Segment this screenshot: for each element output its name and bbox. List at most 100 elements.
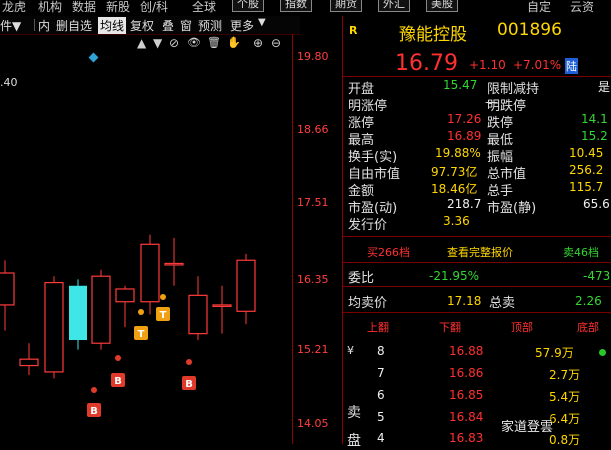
tab-overlay[interactable]: 叠 bbox=[162, 17, 174, 34]
tab-nei[interactable]: 内 bbox=[38, 17, 50, 34]
divider bbox=[343, 286, 611, 287]
candle-body[interactable] bbox=[0, 272, 15, 306]
tab-adjust[interactable]: 复权 bbox=[130, 17, 154, 34]
divider bbox=[343, 312, 611, 313]
pan-side-label: 盘 bbox=[347, 433, 361, 449]
page-up-button[interactable]: 上翻 bbox=[367, 319, 389, 335]
nav-custom[interactable]: 自定 bbox=[527, 0, 551, 15]
level-volume: 5.4万 bbox=[549, 390, 581, 404]
stat-value: 15.2 bbox=[581, 129, 608, 143]
level-price: 16.86 bbox=[449, 366, 484, 380]
signal-letter: B bbox=[114, 376, 122, 387]
ytick-label: 18.66 bbox=[297, 123, 329, 136]
stat-value: 16.89 bbox=[447, 129, 482, 143]
page-down-button[interactable]: 下翻 bbox=[439, 319, 461, 335]
kline-svg: B B B T T bbox=[0, 34, 292, 417]
candle-body[interactable] bbox=[91, 275, 111, 344]
level-number: 4 bbox=[377, 431, 385, 445]
stat-value: 65.6 bbox=[583, 197, 610, 211]
signal-dot bbox=[115, 355, 121, 361]
last-price: 16.79 bbox=[395, 51, 458, 76]
candle-body[interactable] bbox=[140, 243, 160, 303]
ytick-label: 16.35 bbox=[297, 273, 329, 286]
toolbar-divider bbox=[34, 19, 35, 31]
divider bbox=[343, 236, 611, 237]
signal-letter: B bbox=[90, 406, 98, 417]
candle-body[interactable] bbox=[69, 285, 87, 341]
stat-value: 97.73亿 bbox=[431, 165, 478, 179]
stat-value: 14.1 bbox=[581, 112, 608, 126]
nav-jigou[interactable]: 机构 bbox=[38, 0, 62, 15]
weibi-diff: -473 bbox=[583, 269, 611, 283]
tab-more[interactable]: 更多 bbox=[230, 17, 254, 34]
full-quote-button[interactable]: 查看完整报价 bbox=[447, 244, 513, 260]
status-dot-icon bbox=[599, 349, 606, 356]
watermark: 家道登雲 bbox=[501, 416, 554, 435]
ytick-label: 14.05 bbox=[297, 417, 329, 430]
candle-body[interactable] bbox=[19, 358, 39, 367]
sell-side-label: 卖 bbox=[347, 405, 361, 421]
avg-sell-value: 17.18 bbox=[447, 294, 482, 308]
candle-body[interactable] bbox=[164, 262, 184, 266]
top-nav: 龙虎 机构 数据 新股 创/科 全球 个股 指数 期货 外汇 美股 自定 云资 bbox=[0, 0, 611, 16]
level-volume: 6.4万 bbox=[549, 412, 581, 426]
bottom-button[interactable]: 底部 bbox=[577, 319, 599, 335]
stat-value: 是 bbox=[598, 80, 611, 94]
stat-value: 115.7 bbox=[569, 180, 604, 194]
stat-value: 19.88% bbox=[435, 146, 481, 160]
level-volume: 2.7万 bbox=[549, 368, 581, 382]
nav-longhu[interactable]: 龙虎 bbox=[2, 0, 26, 15]
dash-value: — bbox=[485, 95, 498, 110]
kline-chart[interactable]: .40 BBBTT bbox=[0, 34, 292, 444]
tab-moving-average[interactable]: 均线 bbox=[98, 17, 127, 34]
futures-button[interactable]: 期货 bbox=[330, 0, 362, 12]
price-change: +1.10 bbox=[469, 58, 506, 72]
stat-label: 发行价 bbox=[348, 218, 388, 233]
price-axis: 19.80 18.66 17.51 16.35 15.21 14.05 bbox=[292, 34, 343, 444]
sell-levels-button[interactable]: 卖46档 bbox=[563, 244, 599, 260]
level-number: 5 bbox=[377, 410, 385, 424]
level-number: 8 bbox=[377, 344, 385, 358]
nav-cloud[interactable]: 云资 bbox=[570, 0, 594, 15]
chevron-down-icon[interactable]: ▼ bbox=[258, 17, 266, 28]
stat-label: 市盈(静) bbox=[487, 201, 537, 216]
signal-letter: B bbox=[185, 379, 193, 390]
top-button[interactable]: 顶部 bbox=[511, 319, 533, 335]
tab-window[interactable]: 窗 bbox=[180, 17, 192, 34]
signal-letter: T bbox=[138, 329, 145, 340]
level-price: 16.88 bbox=[449, 344, 484, 358]
stock-name: 豫能控股 bbox=[399, 25, 467, 45]
tab-filter[interactable]: 件▼ bbox=[0, 17, 21, 34]
tab-forecast[interactable]: 预测 bbox=[198, 17, 222, 34]
buy-levels-button[interactable]: 买266档 bbox=[367, 244, 410, 260]
candle-body[interactable] bbox=[212, 304, 232, 308]
level-volume: 0.8万 bbox=[549, 433, 581, 447]
candle-body[interactable] bbox=[44, 281, 64, 373]
avg-sell-label: 均卖价 bbox=[348, 296, 388, 311]
nav-quanqiu[interactable]: 全球 bbox=[192, 0, 216, 15]
market-tag: R bbox=[349, 24, 358, 37]
nav-shuju[interactable]: 数据 bbox=[72, 0, 96, 15]
us-stock-button[interactable]: 美股 bbox=[426, 0, 458, 12]
ytick-label: 19.80 bbox=[297, 50, 329, 63]
candle-body[interactable] bbox=[236, 259, 256, 312]
board-badge: 陆 bbox=[565, 58, 578, 74]
level-number: 6 bbox=[377, 388, 385, 402]
stat-value: 10.45 bbox=[569, 146, 604, 160]
stat-value: 17.26 bbox=[447, 112, 482, 126]
yen-label: ¥ bbox=[347, 344, 354, 357]
candle-body[interactable] bbox=[115, 288, 135, 303]
price-change-pct: +7.01% bbox=[513, 58, 562, 72]
divider bbox=[343, 262, 611, 263]
signal-dot bbox=[91, 387, 97, 393]
nav-chuangke[interactable]: 创/科 bbox=[140, 0, 168, 15]
level-price: 16.84 bbox=[449, 410, 484, 424]
nav-xingu[interactable]: 新股 bbox=[106, 0, 130, 15]
level-price: 16.83 bbox=[449, 431, 484, 445]
index-button[interactable]: 指数 bbox=[280, 0, 312, 12]
tab-remove-watchlist[interactable]: 删自选 bbox=[56, 17, 92, 34]
candle-body[interactable] bbox=[188, 294, 208, 335]
forex-button[interactable]: 外汇 bbox=[378, 0, 410, 12]
stock-button[interactable]: 个股 bbox=[232, 0, 264, 12]
chart-toolbar: 件▼ 内 删自选 均线 复权 叠 窗 预测 更多 ▼ bbox=[0, 16, 300, 35]
